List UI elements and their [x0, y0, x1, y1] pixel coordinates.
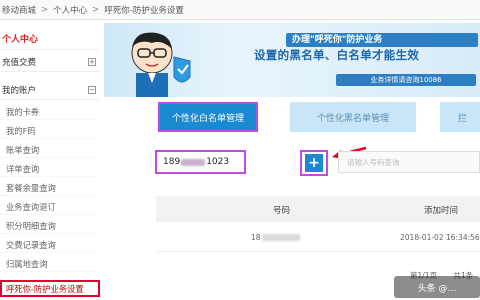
promo-banner: 办理"呼死你"防护业务 设置的黑名单、白名单才能生效 业务详情请咨询10086 [104, 23, 480, 97]
banner-subtitle: 设置的黑名单、白名单才能生效 [254, 48, 420, 62]
sidebar: 个人中心 充值交费 + 我的账户 − 我的卡券 我的F码 账单查询 详单查询 套… [0, 28, 100, 300]
sidebar-item-plan-balance[interactable]: 套餐余量查询 [0, 180, 100, 196]
sidebar-header: 个人中心 [0, 28, 100, 50]
sidebar-group-label: 充值交费 [2, 57, 37, 68]
column-header-time: 添加时间 [424, 206, 459, 216]
watermark-text: 头条 @… [417, 283, 457, 294]
phone-suffix: 1023 [206, 157, 230, 167]
banner-tip: 业务详情请咨询10086 [336, 74, 476, 86]
blurred-digits [261, 234, 300, 241]
sidebar-item-f-code[interactable]: 我的F码 [0, 123, 100, 139]
banner-title: 办理"呼死你"防护业务 [286, 33, 478, 47]
tab-whitelist[interactable]: 个性化白名单管理 [158, 102, 258, 132]
blurred-digits [181, 158, 206, 166]
column-header-number: 号码 [273, 206, 291, 216]
watermark: 头条 @… [394, 276, 480, 298]
tab-intercept[interactable]: 拦 [440, 102, 480, 132]
sidebar-item-subscriptions[interactable]: 业务查询退订 [0, 199, 100, 215]
sidebar-item-detail-bill[interactable]: 详单查询 [0, 161, 100, 177]
cell-time: 2018-01-02 16:34:56 [400, 233, 480, 242]
expand-icon[interactable]: + [88, 57, 96, 66]
collapse-icon[interactable]: − [88, 85, 96, 94]
sidebar-item-points[interactable]: 积分明细查询 [0, 218, 100, 234]
phone-prefix: 189 [163, 157, 181, 167]
sidebar-group-recharge[interactable]: 充值交费 + [0, 52, 100, 72]
cell-number: 18 [251, 233, 300, 242]
breadcrumb-item-mall[interactable]: 移动商城 [2, 4, 36, 16]
breadcrumb-item-personal-center[interactable]: 个人中心 [53, 4, 87, 16]
add-button[interactable]: + [300, 150, 328, 176]
breadcrumb-item-current: 呼死你-防护业务设置 [104, 5, 184, 16]
tab-blacklist[interactable]: 个性化黑名单管理 [290, 102, 416, 132]
phone-number-field[interactable]: 189 1023 [155, 150, 246, 174]
breadcrumb: 移动商城 > 个人中心 > 呼死你-防护业务设置 [0, 0, 480, 20]
table-header: 号码 添加时间 [156, 196, 480, 222]
sidebar-item-coupons[interactable]: 我的卡券 [0, 104, 100, 120]
sidebar-item-bill[interactable]: 账单查询 [0, 142, 100, 158]
sidebar-item-payment-records[interactable]: 交费记录查询 [0, 237, 100, 253]
mascot-icon [131, 32, 191, 97]
sidebar-item-harassment-protection[interactable]: 呼死你-防护业务设置 [0, 280, 100, 297]
plus-icon: + [305, 154, 323, 172]
sidebar-group-label: 我的账户 [2, 85, 37, 96]
table-row: 18 2018-01-02 16:34:56 [156, 224, 480, 252]
sidebar-item-location[interactable]: 归属地查询 [0, 256, 100, 272]
number-search-input[interactable]: 请输入号码查询 [338, 151, 480, 173]
sidebar-group-my-account[interactable]: 我的账户 − [0, 80, 100, 100]
